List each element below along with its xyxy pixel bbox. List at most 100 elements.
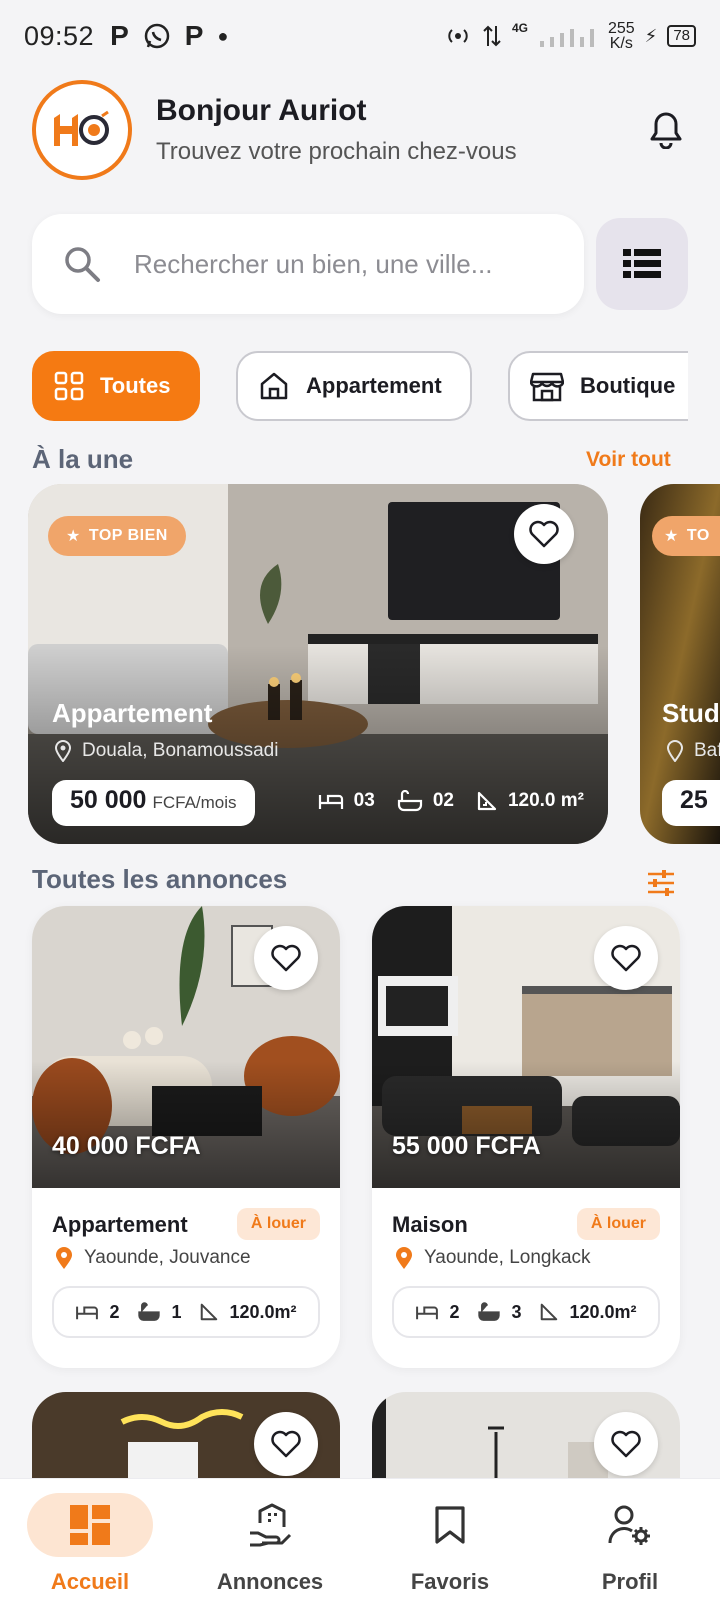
nav-item-accueil[interactable]: Accueil [0,1479,180,1612]
filter-settings-button[interactable] [646,868,676,898]
hotspot-icon [448,29,468,43]
category-chip-toutes[interactable]: Toutes [32,351,200,421]
top-property-badge-2: ★ TO [652,516,720,556]
featured-type-2: Stud [662,698,720,728]
notification-dot-icon: ● [217,25,229,46]
greeting-title: Bonjour Auriot [156,94,367,127]
listing-specs: 2 3 120.0m² [392,1286,660,1338]
bed-icon [76,1306,99,1320]
featured-type: Appartement [52,698,213,728]
search-bar[interactable]: Rechercher un bien, une ville... [32,214,584,314]
bottom-navigation: Accueil Annonces Favoris Profil [0,1478,720,1612]
bell-icon [650,112,682,149]
favorite-button[interactable] [594,1412,658,1476]
nav-label: Profil [601,1569,659,1594]
nav-item-profil[interactable]: Profil [540,1479,720,1612]
listing-card[interactable]: 55 000 FCFA Maison À louer Yaounde, Long… [372,906,680,1368]
store-icon [530,372,564,402]
nav-label: Accueil [50,1569,130,1594]
list-view-button[interactable] [596,218,688,310]
location-pin-icon [54,740,72,762]
nav-item-favoris[interactable]: Favoris [360,1479,540,1612]
app-logo [32,80,132,180]
listings-section-title: Toutes les annonces [32,864,288,894]
area-icon [477,791,497,811]
bathtub-icon [478,1302,501,1321]
network-type: 4G [511,21,528,35]
category-chip-appartement[interactable]: Appartement [236,351,472,421]
area-icon [541,1303,558,1321]
user-gear-icon [608,1505,650,1545]
listing-card-partial[interactable] [32,1392,340,1492]
dashboard-icon [70,1505,110,1545]
nav-item-annonces[interactable]: Annonces [180,1479,360,1612]
notifications-button[interactable] [644,108,688,152]
nav-label: Annonces [216,1569,324,1594]
listing-price: 40 000 FCFA [52,1132,201,1160]
heart-icon [271,944,301,972]
category-chip-label: Boutique [580,373,676,398]
status-time: 09:52 [24,20,95,51]
net-speed: 255 [607,20,635,37]
parking-app-icon: P [110,20,129,51]
net-speed-unit: K/s [609,35,633,52]
top-property-badge: ★ TOP BIEN [48,516,186,556]
featured-card[interactable]: ★ TOP BIEN Appartement Douala, Bonamouss… [28,484,608,844]
status-badge: À louer [236,1208,320,1240]
listing-specs: 2 1 120.0m² [52,1286,320,1338]
category-chip-boutique[interactable]: Boutique [508,351,688,421]
parking-app-icon-2: P [184,20,204,51]
area-icon [201,1303,218,1321]
bathtub-icon [397,790,422,812]
listing-card-partial[interactable] [372,1392,680,1492]
listing-type: Maison [392,1212,468,1237]
whatsapp-icon [144,23,170,49]
building-hand-icon [250,1503,292,1547]
featured-section-title: À la une [32,444,134,474]
heart-icon [611,1430,641,1458]
favorite-button[interactable] [254,1412,318,1476]
listing-location: Yaounde, Jouvance [54,1246,251,1270]
featured-specs: 03 02 120.0 m² [318,790,584,812]
bathtub-icon [138,1302,161,1321]
greeting-subtitle: Trouvez votre prochain chez-vous [156,138,517,165]
data-transfer-icon [483,25,501,47]
location-pin-icon [666,740,684,762]
featured-price-2: 25 [662,780,720,826]
see-all-link[interactable]: Voir tout [586,448,671,472]
nav-label: Favoris [410,1569,490,1594]
status-badge: À louer [576,1208,660,1240]
listing-card[interactable]: 40 000 FCFA Appartement À louer Yaounde,… [32,906,340,1368]
heart-icon [611,944,641,972]
favorite-button[interactable] [594,926,658,990]
search-input[interactable]: Rechercher un bien, une ville... [134,249,492,280]
heart-icon [529,520,559,548]
featured-location: Douala, Bonamoussadi [54,740,278,762]
grid-icon [54,371,84,401]
bookmark-icon [435,1506,465,1544]
battery-level: 78 [667,25,696,47]
bed-icon [416,1306,439,1320]
list-icon [623,249,661,278]
location-pin-icon [396,1247,412,1269]
featured-price: 50 000 FCFA/mois [52,780,255,826]
sliders-icon [648,870,674,896]
status-bar: 09:52 P P ● 4G 255 K/s ⚡ 78 [0,0,720,72]
favorite-button[interactable] [514,504,574,564]
location-pin-icon [56,1247,72,1269]
listing-price: 55 000 FCFA [392,1132,541,1160]
featured-location-2: Baf [666,740,720,762]
category-chips: Toutes Appartement Boutique [32,351,688,421]
home-icon [260,372,288,400]
signal-icon [539,29,594,47]
logo-mark-icon [54,110,109,146]
bed-icon [318,794,343,809]
favorite-button[interactable] [254,926,318,990]
category-chip-label: Appartement [306,373,442,398]
search-icon [65,247,100,282]
heart-icon [271,1430,301,1458]
star-icon: ★ [664,528,679,545]
featured-card-2[interactable]: ★ TO Stud Baf 25 [640,484,720,844]
app-header: Bonjour Auriot Trouvez votre prochain ch… [32,80,688,180]
star-icon: ★ [66,528,81,545]
